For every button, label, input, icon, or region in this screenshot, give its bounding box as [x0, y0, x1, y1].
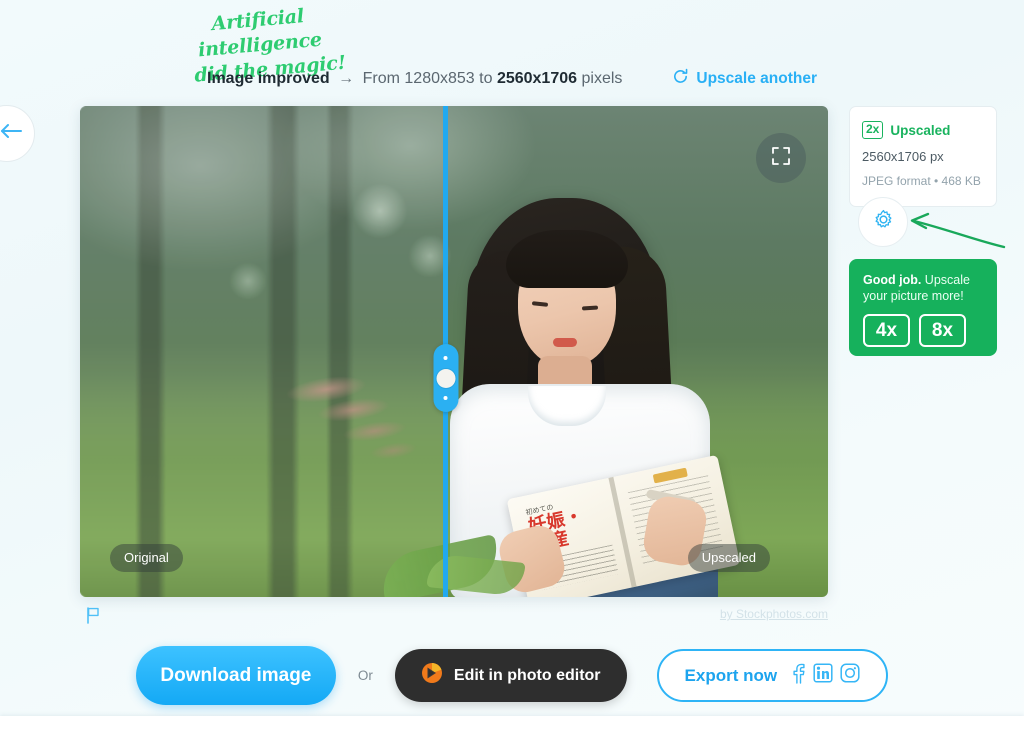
compare-divider[interactable]: [433, 106, 458, 597]
status-headline: Image improved: [207, 70, 330, 87]
viewer-footer: by Stockphotos.com: [80, 604, 828, 628]
or-separator-label: Or: [357, 668, 373, 683]
lips: [553, 338, 577, 347]
instagram-icon[interactable]: [840, 663, 860, 688]
source-dimensions: 1280x853: [404, 70, 475, 87]
photopea-icon: [421, 662, 443, 689]
upscale-info-card: 2x Upscaled 2560x1706 px JPEG format • 4…: [849, 106, 997, 207]
download-image-button[interactable]: Download image: [135, 646, 336, 705]
arrow-left-icon: [0, 123, 24, 144]
info-card-header: 2x Upscaled: [862, 121, 984, 139]
upsell-panel: Good job. Upscale your picture more! 4x …: [849, 259, 997, 356]
target-dimensions: 2560x1706: [496, 70, 578, 87]
slider-dot-top: [443, 356, 448, 360]
fullscreen-expand-icon: [771, 146, 791, 171]
fullscreen-button[interactable]: [756, 133, 806, 183]
upsell-headline: Good job. Upscale your picture more!: [863, 272, 983, 304]
ai-note-line-1: Artificial intelligence: [197, 5, 323, 62]
scale-badge: 2x: [862, 121, 884, 139]
from-label: From: [362, 70, 400, 87]
header: Image improved → From 1280x853 to 2560x1…: [0, 68, 1024, 90]
upscale-4x-button[interactable]: 4x: [863, 314, 910, 347]
compare-slider-handle[interactable]: [433, 344, 458, 412]
arrow-glyph: →: [338, 70, 355, 87]
social-icons: [790, 663, 860, 689]
to-label: to: [479, 70, 493, 87]
image-compare-viewer[interactable]: 初めての 妊娠・ 出産 Original Upscaled: [80, 106, 828, 597]
upscale-another-button[interactable]: Upscale another: [672, 68, 817, 90]
status-summary: Image improved → From 1280x853 to 2560x1…: [207, 70, 622, 88]
upscale-8x-button[interactable]: 8x: [919, 314, 966, 347]
image-credit-link[interactable]: by Stockphotos.com: [720, 607, 828, 621]
export-button-label: Export now: [684, 665, 778, 685]
upsell-options: 4x 8x: [863, 314, 983, 347]
linkedin-icon[interactable]: [813, 663, 833, 688]
slider-knob: [436, 368, 455, 388]
settings-button[interactable]: [858, 197, 908, 247]
photo-subject-woman: 初めての 妊娠・ 出産: [410, 198, 741, 597]
slider-dot-bottom: [443, 396, 448, 400]
fringe: [506, 230, 628, 288]
back-button[interactable]: [0, 105, 35, 162]
action-bar: Download image Or Edit in photo editor E…: [0, 646, 1024, 705]
export-now-button[interactable]: Export now: [656, 649, 889, 702]
pixels-label: pixels: [581, 70, 623, 87]
tag-upscaled: Upscaled: [687, 544, 770, 572]
edit-button-label: Edit in photo editor: [453, 666, 601, 684]
upscaled-status-label: Upscaled: [890, 122, 951, 138]
upscale-another-label: Upscale another: [696, 70, 817, 87]
upsell-headline-bold: Good job.: [863, 273, 922, 287]
output-format-size: JPEG format • 468 KB: [862, 174, 981, 188]
facebook-icon[interactable]: [790, 663, 806, 689]
original-side-overlay: [80, 106, 445, 597]
edit-in-photo-editor-button[interactable]: Edit in photo editor: [394, 649, 627, 702]
bottom-strip: [0, 716, 1024, 734]
refresh-icon: [672, 68, 689, 90]
flag-icon[interactable]: [86, 607, 100, 629]
tag-original: Original: [110, 544, 183, 572]
green-curved-arrow: [900, 205, 1010, 255]
output-dimensions: 2560x1706 px: [862, 149, 944, 164]
gear-icon: [873, 209, 894, 235]
